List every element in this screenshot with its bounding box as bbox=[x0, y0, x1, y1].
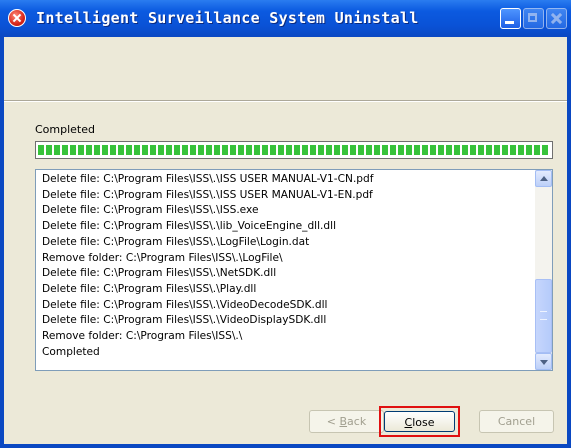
grip-icon bbox=[540, 311, 547, 320]
back-mnemonic: B bbox=[339, 415, 348, 428]
back-button: < Back bbox=[309, 410, 384, 433]
scroll-up-arrow-icon[interactable] bbox=[535, 170, 552, 187]
title-bar[interactable]: Intelligent Surveillance System Uninstal… bbox=[0, 0, 571, 37]
log-line: Delete file: C:\Program Files\ISS\.\Vide… bbox=[42, 298, 328, 311]
details-log[interactable]: Delete file: C:\Program Files\ISS\.\ISS … bbox=[35, 169, 553, 371]
window-title: Intelligent Surveillance System Uninstal… bbox=[36, 9, 419, 27]
minimize-button[interactable] bbox=[500, 8, 521, 29]
uninstall-window: Intelligent Surveillance System Uninstal… bbox=[0, 0, 571, 448]
close-button[interactable]: Close bbox=[384, 411, 455, 432]
progress-fill bbox=[38, 145, 550, 155]
close-rest: lose bbox=[412, 416, 435, 429]
progress-bar bbox=[35, 141, 553, 159]
log-line: Delete file: C:\Program Files\ISS\.\Play… bbox=[42, 282, 257, 295]
maximize-button bbox=[523, 8, 544, 29]
log-line: Delete file: C:\Program Files\ISS\.\lib_… bbox=[42, 220, 337, 233]
status-label: Completed bbox=[35, 123, 95, 136]
log-list: Delete file: C:\Program Files\ISS\.\ISS … bbox=[42, 172, 532, 360]
scroll-down-arrow-icon[interactable] bbox=[535, 353, 552, 370]
log-line: Delete file: C:\Program Files\ISS\.\ISS.… bbox=[42, 204, 259, 217]
log-line: Delete file: C:\Program Files\ISS\.\LogF… bbox=[42, 235, 310, 248]
scroll-thumb[interactable] bbox=[535, 279, 552, 353]
back-rest: ack bbox=[347, 415, 367, 428]
dialog-body: Completed Delete file: C:\Program Files\… bbox=[4, 37, 567, 444]
log-line: Remove folder: C:\Program Files\ISS\.\ bbox=[42, 330, 243, 343]
log-line: Remove folder: C:\Program Files\ISS\.\Lo… bbox=[42, 251, 283, 264]
log-line: Delete file: C:\Program Files\ISS\.\ISS … bbox=[42, 188, 373, 201]
log-line: Delete file: C:\Program Files\ISS\.\NetS… bbox=[42, 267, 277, 280]
header-divider bbox=[4, 100, 567, 102]
header-band bbox=[4, 37, 567, 100]
back-prefix: < bbox=[326, 415, 340, 428]
window-frame-bottom bbox=[0, 444, 571, 448]
log-line: Delete file: C:\Program Files\ISS\.\ISS … bbox=[42, 173, 374, 185]
vertical-scrollbar[interactable] bbox=[535, 170, 552, 370]
log-line: Completed bbox=[42, 345, 100, 358]
close-button-highlight[interactable]: Close bbox=[379, 406, 460, 437]
log-line: Delete file: C:\Program Files\ISS\.\Vide… bbox=[42, 314, 327, 327]
cancel-button: Cancel bbox=[479, 410, 554, 433]
uninstall-app-icon[interactable] bbox=[8, 9, 26, 27]
window-frame-right bbox=[567, 37, 571, 448]
close-window-button bbox=[546, 8, 567, 29]
